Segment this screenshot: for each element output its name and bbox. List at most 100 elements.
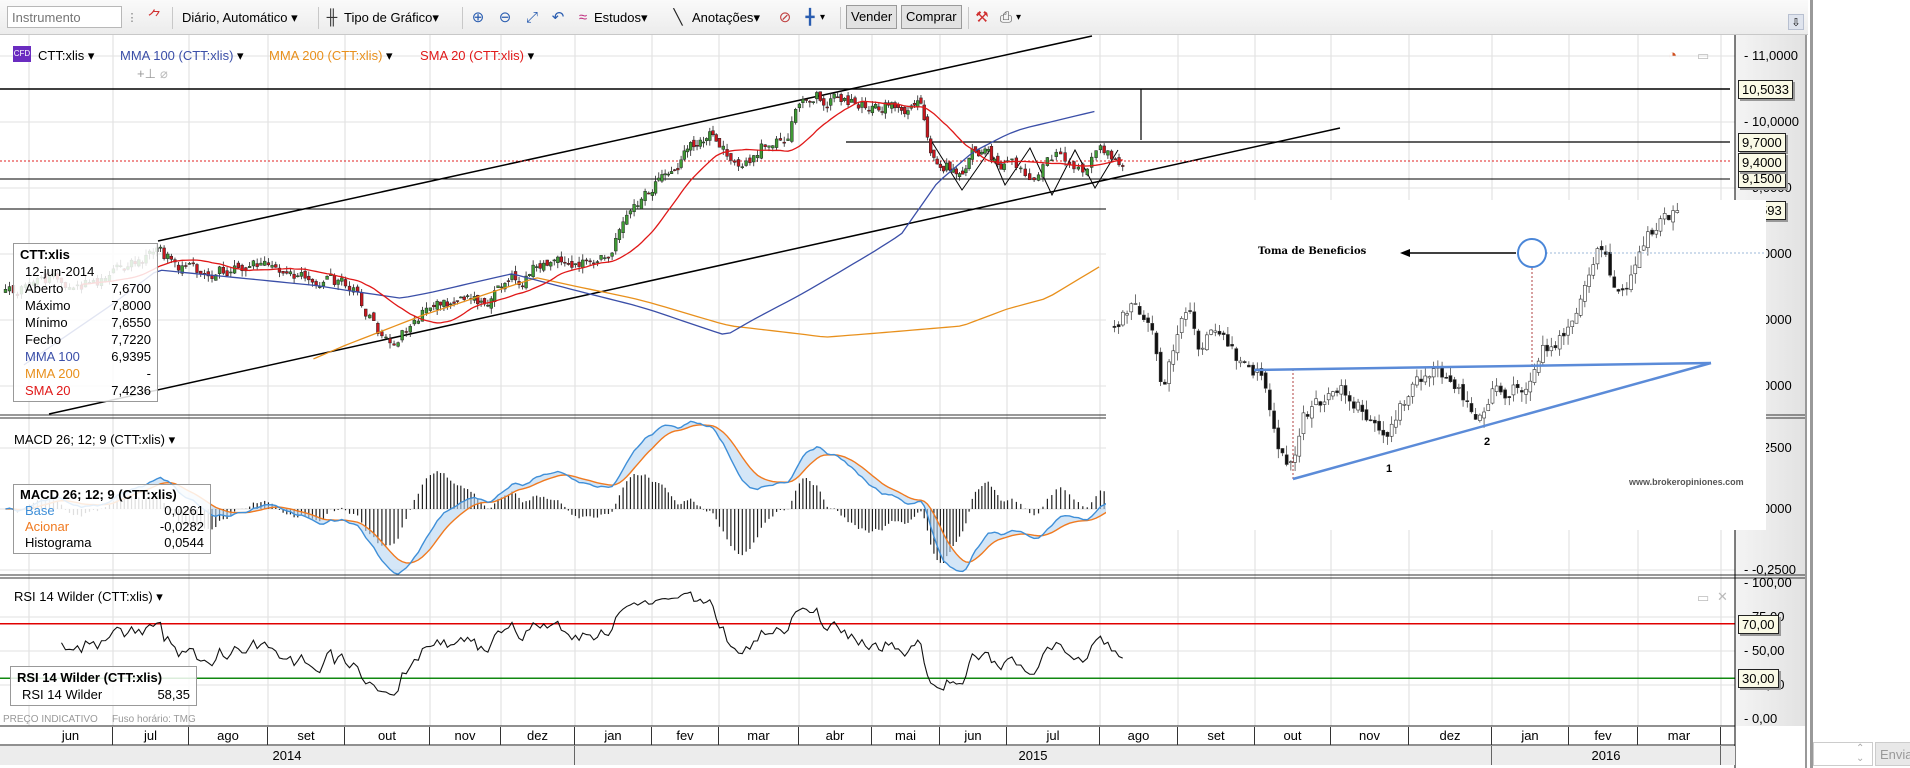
candle-body — [412, 319, 416, 325]
rsi-value: 58,35 — [157, 687, 190, 702]
illustration-candle — [1478, 414, 1482, 421]
illustration-candle — [1196, 330, 1201, 350]
illustration-candle — [1263, 372, 1268, 389]
candle-body — [229, 271, 233, 274]
candle-body — [559, 256, 563, 263]
candle-body — [853, 97, 857, 104]
indicative-price-note: PREÇO INDICATIVO — [3, 714, 98, 725]
illustration-candle — [1461, 384, 1465, 401]
rsi-marker-label[interactable]: 30,00 — [1738, 669, 1779, 689]
rsi-marker-label[interactable]: 70,00 — [1738, 614, 1779, 634]
illustration-candle — [1276, 427, 1281, 450]
send-button[interactable]: Enviar — [1875, 742, 1910, 766]
illustration-candle — [1192, 311, 1197, 329]
candle-body — [303, 270, 307, 279]
candle-body — [169, 255, 173, 260]
illustration-candle — [1662, 213, 1667, 220]
mma100-legend[interactable]: MMA 100 (CTT:xlis) ▾ — [120, 48, 244, 64]
candle-body — [1098, 145, 1103, 151]
candle-body — [432, 304, 436, 307]
sma20-legend[interactable]: SMA 20 (CTT:xlis) ▾ — [420, 48, 534, 64]
mma100-label: MMA 100 — [25, 349, 80, 364]
macd-info-box: MACD 26; 12; 9 (CTT:xlis) Base 0,0261 Aci… — [13, 484, 211, 554]
candle-body — [701, 141, 706, 144]
month-label: ago — [1100, 727, 1178, 745]
candle-body — [307, 275, 311, 281]
candle-body — [666, 173, 670, 176]
price-marker-label[interactable]: 10,5033 — [1738, 79, 1793, 99]
mma100-value: 6,9395 — [111, 349, 151, 364]
candle-body — [870, 105, 875, 114]
candle-body — [1041, 164, 1045, 178]
candle-body — [489, 298, 493, 309]
rsi-tick-label: - 0,00 — [1744, 711, 1778, 726]
mma200-legend[interactable]: MMA 200 (CTT:xlis) ▾ — [269, 48, 393, 64]
macd-study-dropdown[interactable]: MACD 26; 12; 9 (CTT:xlis) ▾ — [14, 432, 175, 448]
candle-body — [459, 296, 463, 299]
year-label: 2015 — [575, 746, 1492, 765]
candle-body — [717, 138, 722, 148]
candle-body — [786, 138, 790, 141]
candle-body — [669, 171, 674, 174]
candle-body — [232, 265, 237, 274]
candle-body — [542, 262, 546, 271]
price-marker-label[interactable]: 9,7000 — [1738, 132, 1786, 152]
candle-body — [404, 331, 408, 333]
candle-body — [162, 247, 166, 259]
illustration-candle — [1578, 298, 1583, 316]
candle-body — [158, 246, 163, 249]
candle-body — [1002, 163, 1006, 170]
add-study-icon[interactable]: +⊥ — [137, 66, 156, 82]
minimize-panel-icon[interactable]: ▭ — [1697, 48, 1709, 64]
rsi-minimize-icon[interactable]: ▭ — [1697, 590, 1709, 606]
month-label: set — [268, 727, 345, 745]
candle-body — [896, 104, 900, 108]
illustration-candle — [1658, 218, 1663, 232]
illustration-candle — [1675, 210, 1680, 213]
spinner-icon[interactable]: ⌃ ⌄ — [1856, 744, 1864, 764]
candle-body — [314, 281, 318, 286]
month-label: ago — [189, 727, 268, 745]
candle-body — [863, 101, 868, 109]
candle-body — [774, 138, 779, 148]
illustration-candle — [1444, 376, 1449, 379]
illustration-candle — [1343, 385, 1348, 396]
illustration-candle — [1486, 404, 1491, 411]
illustration-candle — [1646, 231, 1650, 249]
illustration-candle — [1667, 214, 1671, 221]
rsi-study-dropdown[interactable]: RSI 14 Wilder (CTT:xlis) ▾ — [14, 589, 163, 605]
illustration-candle — [1629, 274, 1633, 290]
rsi-close-icon[interactable]: ✕ — [1717, 589, 1728, 605]
mma200-label: MMA 200 — [25, 366, 80, 381]
candle-body — [899, 106, 904, 111]
candle-body — [217, 266, 222, 274]
candle-body — [804, 99, 809, 101]
instrument-legend[interactable]: CTT:xlis ▾ — [38, 48, 94, 64]
close-value: 7,7220 — [111, 332, 151, 347]
candle-body — [195, 264, 199, 273]
illustration-candle — [1154, 332, 1159, 355]
candle-body — [628, 210, 633, 215]
candle-body — [980, 151, 984, 155]
candle-body — [964, 168, 968, 174]
month-label: dez — [1409, 727, 1492, 745]
candle-body — [176, 264, 181, 271]
candle-body — [932, 149, 936, 158]
candle-body — [531, 264, 535, 278]
ohlc-info-box: CTT:xlis 12-jun-2014 Aberto 7,6700 Máximo… — [13, 243, 158, 402]
month-label: out — [1255, 727, 1331, 745]
illustration-candle — [1297, 435, 1302, 457]
macd-histogram-label: Histograma — [25, 535, 92, 550]
upper-channel-line[interactable] — [157, 35, 1093, 242]
price-marker-label[interactable]: 9,4000 — [1738, 152, 1786, 172]
illustration-candle — [1583, 285, 1587, 302]
price-marker-label[interactable]: 9,1500 — [1738, 169, 1786, 189]
sma20-line — [81, 100, 1123, 324]
illustration-candle — [1637, 251, 1642, 268]
candle-body — [1106, 150, 1110, 156]
eraser-small-icon[interactable]: ⌀ — [160, 66, 168, 82]
clock-icon[interactable]: ◔ — [1668, 47, 1677, 64]
illustration-candle — [1557, 335, 1562, 350]
illustration-candle — [1121, 311, 1125, 326]
candle-body — [343, 279, 348, 287]
